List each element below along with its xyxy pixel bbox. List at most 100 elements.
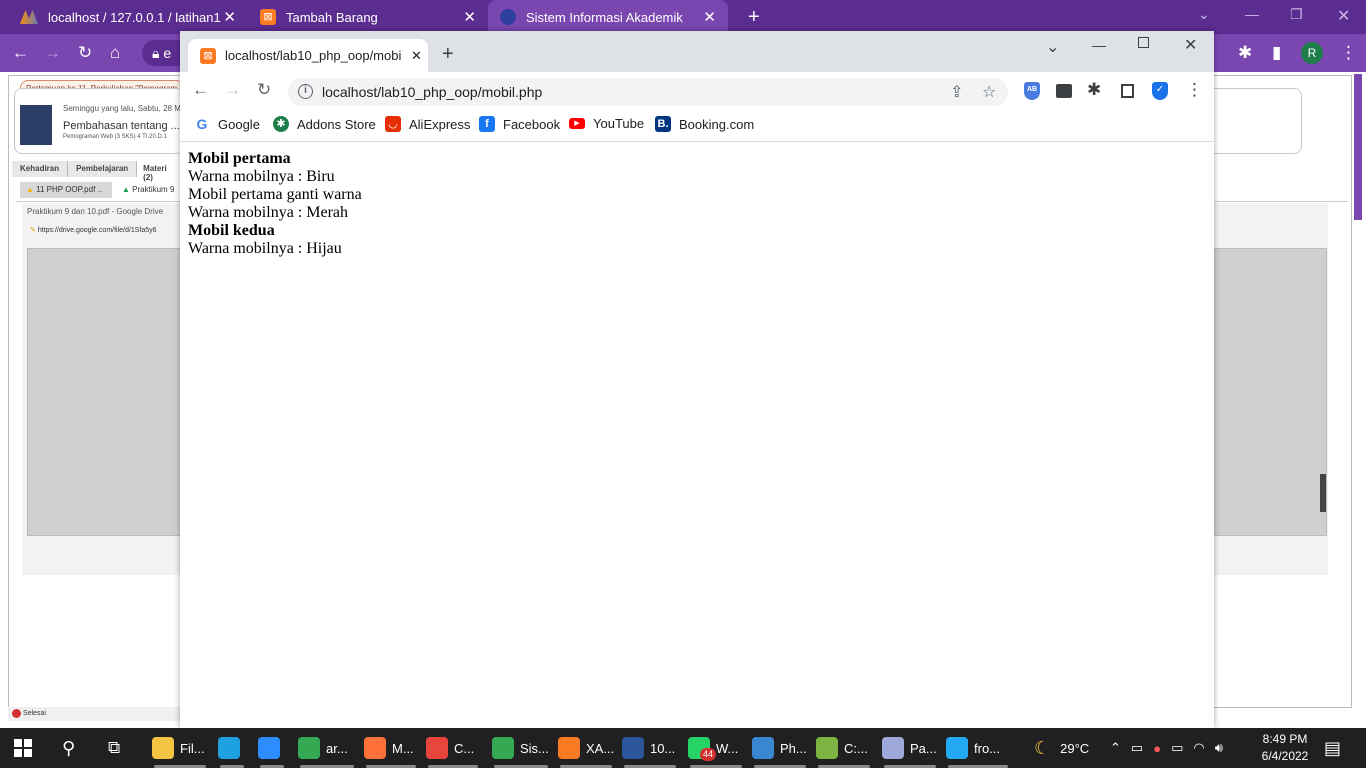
menu-kebab-icon[interactable]: ⋮ [1186,80,1203,100]
adblock-icon[interactable]: AB [1024,82,1040,100]
task-view-button[interactable]: ⧉ [108,728,120,768]
bookmark-addons-store[interactable]: ✱ Addons Store [273,116,376,132]
taskbar-app-edge[interactable] [218,728,246,768]
page-scrollbar[interactable] [1354,74,1362,220]
xampp-icon [558,737,580,759]
doc-url-text: https://drive.google.com/file/d/1Sfa5y6 [37,227,157,234]
taskbar-app-word[interactable]: 10... [622,728,675,768]
task-view-icon: ⧉ [108,738,121,757]
taskbar-app-photos[interactable]: Ph... [752,728,807,768]
bookmark-label: YouTube [593,116,645,131]
bookmark-youtube[interactable]: ▶ YouTube [569,116,644,131]
minimize-icon[interactable]: — [1092,37,1106,53]
notifications-button[interactable]: ▤ [1324,728,1341,768]
taskbar-app-chrome-profile[interactable]: ar... [298,728,348,768]
new-tab-button[interactable]: + [736,0,760,34]
addons-store-icon: ✱ [273,116,289,132]
tab-search-icon[interactable]: ⌄ [1046,37,1059,57]
bookmark-google[interactable]: G Google [194,116,260,132]
bookmark-aliexpress[interactable]: ◡ AliExpress [385,116,470,132]
wifi-icon[interactable]: ◠ [1193,740,1204,756]
moon-icon: ☾ [1034,737,1051,758]
forward-arrow-icon[interactable]: → [224,80,241,100]
back-arrow-icon[interactable]: ← [12,43,29,63]
tab-search-icon[interactable]: ⌄ [1198,6,1210,23]
clock-time: 8:49 PM [1262,732,1308,746]
chevron-up-icon[interactable]: ⌃ [1110,740,1121,756]
pdf-scrollbar-thumb[interactable] [1320,474,1326,512]
sia-headline[interactable]: Pembahasan tentang ... [63,120,180,132]
close-tab-icon[interactable]: ✕ [223,8,236,26]
file-tab-label: Praktikum 9 [132,185,175,194]
bookmark-booking[interactable]: B. Booking.com [655,116,754,132]
vpn-shield-icon[interactable]: ✓ [1152,82,1168,100]
profile-avatar[interactable]: R [1301,42,1323,64]
reload-icon[interactable]: ↻ [257,80,271,100]
back-tab-phpmyadmin[interactable]: localhost / 127.0.0.1 / latihan1 / c ✕ [8,0,248,34]
taskbar-app-whatsapp[interactable]: 44 W... [688,728,738,768]
start-button[interactable] [14,728,32,768]
close-window-icon[interactable]: ✕ [1184,35,1197,55]
volume-icon[interactable]: 🔊︎ [1215,740,1223,756]
password-extension-icon[interactable] [1056,84,1072,98]
windows-icon [14,739,32,757]
taskbar-app-firefox[interactable]: M... [364,728,414,768]
output-heading: Mobil pertama [188,150,291,167]
share-icon[interactable]: ⇪ [950,82,963,102]
tab-pembelajaran[interactable]: Pembelajaran [68,161,138,177]
taskbar-app-chrome-canary[interactable]: C... [426,728,474,768]
close-tab-icon[interactable]: ✕ [411,48,422,64]
new-tab-button[interactable]: + [442,43,454,66]
bookmark-star-icon[interactable]: ☆ [982,82,996,102]
taskbar-app-zoom[interactable] [258,728,286,768]
weather-widget[interactable]: ☾ 29°C [1034,728,1089,768]
bookmark-facebook[interactable]: f Facebook [479,116,560,132]
back-arrow-icon[interactable]: ← [192,80,209,100]
taskbar-app-paint[interactable]: Pa... [882,728,937,768]
taskbar-app-xampp[interactable]: XA... [558,728,614,768]
minimize-icon[interactable]: — [1245,6,1259,22]
tab-kehadiran[interactable]: Kehadiran [12,161,69,177]
side-panel-icon[interactable] [1121,84,1134,98]
photos-icon [752,737,774,759]
close-window-icon[interactable]: ✕ [1337,6,1350,26]
taskbar-app-label: XA... [586,740,615,756]
restore-icon[interactable]: ❐ [1290,6,1303,23]
maximize-icon[interactable] [1138,37,1149,48]
taskbar-app-vscode[interactable]: fro... [946,728,1000,768]
search-button[interactable]: ⚲ [62,728,75,768]
taskbar-app-chrome[interactable]: Sis... [492,728,549,768]
front-active-tab[interactable]: ⊠ localhost/lab10_php_oop/mobil.p ✕ [188,39,428,72]
battery-icon[interactable]: ▭ [1171,740,1183,756]
address-bar[interactable]: i localhost/lab10_php_oop/mobil.php ⇪ ☆ [288,78,1008,106]
extensions-icon[interactable]: ✱ [1238,43,1252,63]
menu-kebab-icon[interactable]: ⋮ [1340,43,1357,63]
phpmyadmin-icon [20,10,38,24]
error-icon [12,708,21,718]
doc-url[interactable]: ✎ https://drive.google.com/file/d/1Sfa5y… [30,226,180,234]
extensions-icon[interactable]: ✱ [1087,80,1101,100]
meet-now-icon[interactable]: ▭ [1131,740,1143,756]
taskbar-app-label: Ph... [780,740,807,756]
google-drive-icon: ▲ [122,185,130,194]
home-icon[interactable]: ⌂ [110,43,120,63]
file-tab-1[interactable]: ▲ 11 PHP OOP.pdf .. [20,182,112,198]
clock[interactable]: 8:49 PM 6/4/2022 [1254,731,1316,765]
back-tab-tambah-barang[interactable]: ⊠ Tambah Barang ✕ [248,0,488,34]
info-icon[interactable]: i [298,84,313,99]
close-tab-icon[interactable]: ✕ [463,8,476,26]
forward-arrow-icon[interactable]: → [44,43,61,63]
bookmark-label: Facebook [503,116,561,132]
taskbar-app-label: Sis... [520,740,549,756]
taskbar-app-file-explorer[interactable]: Fil... [152,728,205,768]
front-browser-window: ⊠ localhost/lab10_php_oop/mobil.p ✕ + ⌄ … [180,31,1214,728]
taskbar-app-notepad[interactable]: C:... [816,728,868,768]
network-error-icon[interactable]: ● [1153,741,1161,756]
back-tab-sia[interactable]: Sistem Informasi Akademik ✕ [488,0,728,34]
edge-icon [218,737,240,759]
side-panel-icon[interactable]: ▮ [1272,43,1281,63]
reload-icon[interactable]: ↻ [78,43,92,63]
tab-materi[interactable]: Materi (2) [137,161,182,182]
close-tab-icon[interactable]: ✕ [703,8,716,26]
file-tab-2[interactable]: ▲ Praktikum 9 [116,182,182,198]
